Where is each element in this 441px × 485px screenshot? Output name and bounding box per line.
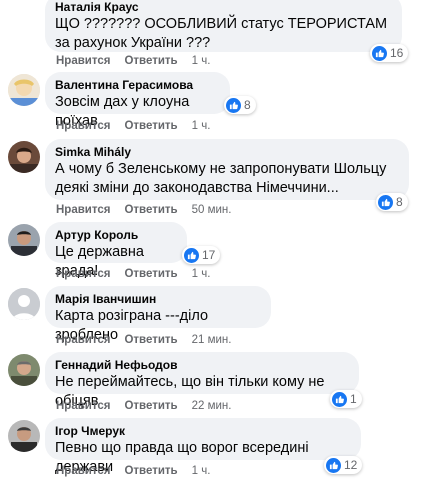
reaction-number: 8 <box>396 195 403 209</box>
thumbs-up-icon <box>226 97 241 113</box>
reaction-count[interactable]: 1 <box>330 390 362 408</box>
reply-link[interactable]: Ответить <box>124 120 177 132</box>
like-link[interactable]: Нравится <box>56 400 110 412</box>
comment-bubble: Ігор Чмерук Певно що правда що ворог все… <box>45 418 361 475</box>
thumbs-up-icon <box>326 457 341 473</box>
comment-bubble: Марія Іванчишин Карта розіграна ---діло … <box>45 286 271 343</box>
comment-bubble: Наталія Краус ЩО ??????? ОСОБЛИВИЙ стату… <box>45 0 402 52</box>
comment-text: А чому б Зеленському не запропонувати Шо… <box>55 161 387 196</box>
reply-link[interactable]: Ответить <box>124 334 177 346</box>
reaction-number: 17 <box>202 248 216 262</box>
reaction-count[interactable]: 16 <box>370 44 409 62</box>
timestamp[interactable]: 21 мин. <box>192 334 232 346</box>
like-link[interactable]: Нравится <box>56 120 110 132</box>
reaction-count[interactable]: 17 <box>182 246 221 264</box>
comment-actions: Нравится Ответить 1 ч. <box>56 55 210 67</box>
comment-author[interactable]: Simka Mihály <box>55 145 399 160</box>
like-link[interactable]: Нравится <box>56 204 110 216</box>
reaction-count[interactable]: 8 <box>376 193 408 211</box>
comment-bubble: Артур Король Це державна зрада! <box>45 222 187 279</box>
reaction-count[interactable]: 12 <box>324 456 363 474</box>
timestamp[interactable]: 1 ч. <box>192 120 211 132</box>
reply-link[interactable]: Ответить <box>124 400 177 412</box>
avatar[interactable] <box>8 224 40 256</box>
like-link[interactable]: Нравится <box>56 334 110 346</box>
like-link[interactable]: Нравится <box>56 55 110 67</box>
comment-author[interactable]: Артур Король <box>55 228 177 243</box>
default-avatar-icon[interactable] <box>8 288 40 320</box>
reaction-number: 16 <box>390 46 404 60</box>
comment-actions: Нравится Ответить 21 мин. <box>56 334 231 346</box>
timestamp[interactable]: 1 ч. <box>192 268 211 280</box>
reaction-number: 1 <box>350 392 357 406</box>
reaction-count[interactable]: 8 <box>224 96 256 114</box>
reaction-number: 12 <box>344 458 358 472</box>
comment-actions: Нравится Ответить 1 ч. <box>56 120 210 132</box>
comment-author[interactable]: Марія Іванчишин <box>55 292 261 307</box>
avatar[interactable] <box>8 74 40 106</box>
reply-link[interactable]: Ответить <box>124 465 177 477</box>
comment-actions: Нравится Ответить 1 ч. <box>56 268 210 280</box>
timestamp[interactable]: 1 ч. <box>192 465 211 477</box>
comment-actions: Нравится Ответить 50 мин. <box>56 204 231 216</box>
reply-link[interactable]: Ответить <box>124 204 177 216</box>
reply-link[interactable]: Ответить <box>124 55 177 67</box>
comment-author[interactable]: Валентина Герасимова <box>55 78 220 93</box>
reply-link[interactable]: Ответить <box>124 268 177 280</box>
thumbs-up-icon <box>184 247 199 263</box>
thumbs-up-icon <box>332 391 347 407</box>
thumbs-up-icon <box>372 45 387 61</box>
comment-author[interactable]: Геннадий Нефьодов <box>55 358 349 373</box>
comment-text: ЩО ??????? ОСОБЛИВИЙ статус ТЕРОРИСТАМ з… <box>55 16 388 51</box>
comment-actions: Нравится Ответить 22 мин. <box>56 400 231 412</box>
avatar[interactable] <box>8 141 40 173</box>
thumbs-up-icon <box>378 194 393 210</box>
avatar[interactable] <box>8 420 40 452</box>
like-link[interactable]: Нравится <box>56 465 110 477</box>
comment-bubble: Simka Mihály А чому б Зеленському не зап… <box>45 139 409 200</box>
reaction-number: 8 <box>244 98 251 112</box>
timestamp[interactable]: 22 мин. <box>192 400 232 412</box>
comment-bubble: Валентина Герасимова Зовсім дах у клоуна… <box>45 72 230 129</box>
comment-actions: Нравится Ответить 1 ч. <box>56 465 210 477</box>
comment-author[interactable]: Ігор Чмерук <box>55 424 351 439</box>
comment-author[interactable]: Наталія Краус <box>55 0 392 15</box>
timestamp[interactable]: 50 мин. <box>192 204 232 216</box>
timestamp[interactable]: 1 ч. <box>192 55 211 67</box>
avatar[interactable] <box>8 354 40 386</box>
like-link[interactable]: Нравится <box>56 268 110 280</box>
comment-bubble: Геннадий Нефьодов Не переймайтесь, що ві… <box>45 352 359 409</box>
